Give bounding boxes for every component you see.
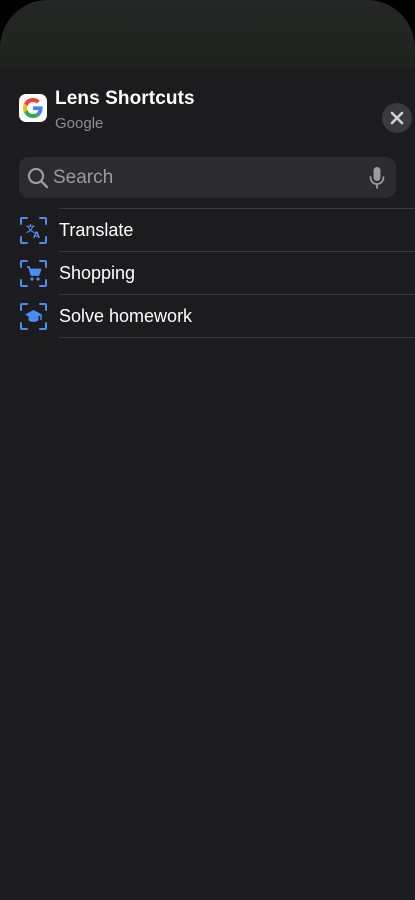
search-input[interactable] bbox=[53, 157, 353, 198]
shortcut-label: Shopping bbox=[59, 263, 136, 283]
shortcut-label: Solve homework bbox=[59, 306, 193, 326]
svg-text:A: A bbox=[33, 231, 40, 241]
shopping-cart-icon bbox=[20, 260, 47, 287]
graduation-cap-icon bbox=[20, 303, 47, 330]
shortcuts-sheet: Lens Shortcuts Google Search 文 A Transla… bbox=[0, 68, 415, 900]
microphone-icon[interactable] bbox=[369, 166, 385, 190]
shortcut-solve-homework[interactable]: Solve homework bbox=[0, 295, 415, 338]
sheet-subtitle: Google bbox=[55, 115, 104, 132]
google-g-icon bbox=[19, 94, 47, 122]
search-icon bbox=[27, 167, 49, 189]
list-divider bbox=[59, 337, 415, 338]
close-button[interactable] bbox=[382, 103, 412, 133]
screen: Lens Shortcuts Google Search 文 A Transla… bbox=[0, 0, 415, 900]
sheet-header: Lens Shortcuts Google bbox=[19, 88, 412, 134]
sheet-title: Lens Shortcuts bbox=[55, 88, 195, 109]
search-bar[interactable] bbox=[19, 157, 396, 198]
shortcut-shopping[interactable]: Shopping bbox=[0, 252, 415, 295]
translate-icon: 文 A bbox=[20, 217, 47, 244]
close-icon bbox=[390, 111, 404, 125]
shortcut-label: Translate bbox=[59, 220, 134, 240]
shortcut-translate[interactable]: 文 A Translate bbox=[0, 209, 415, 252]
